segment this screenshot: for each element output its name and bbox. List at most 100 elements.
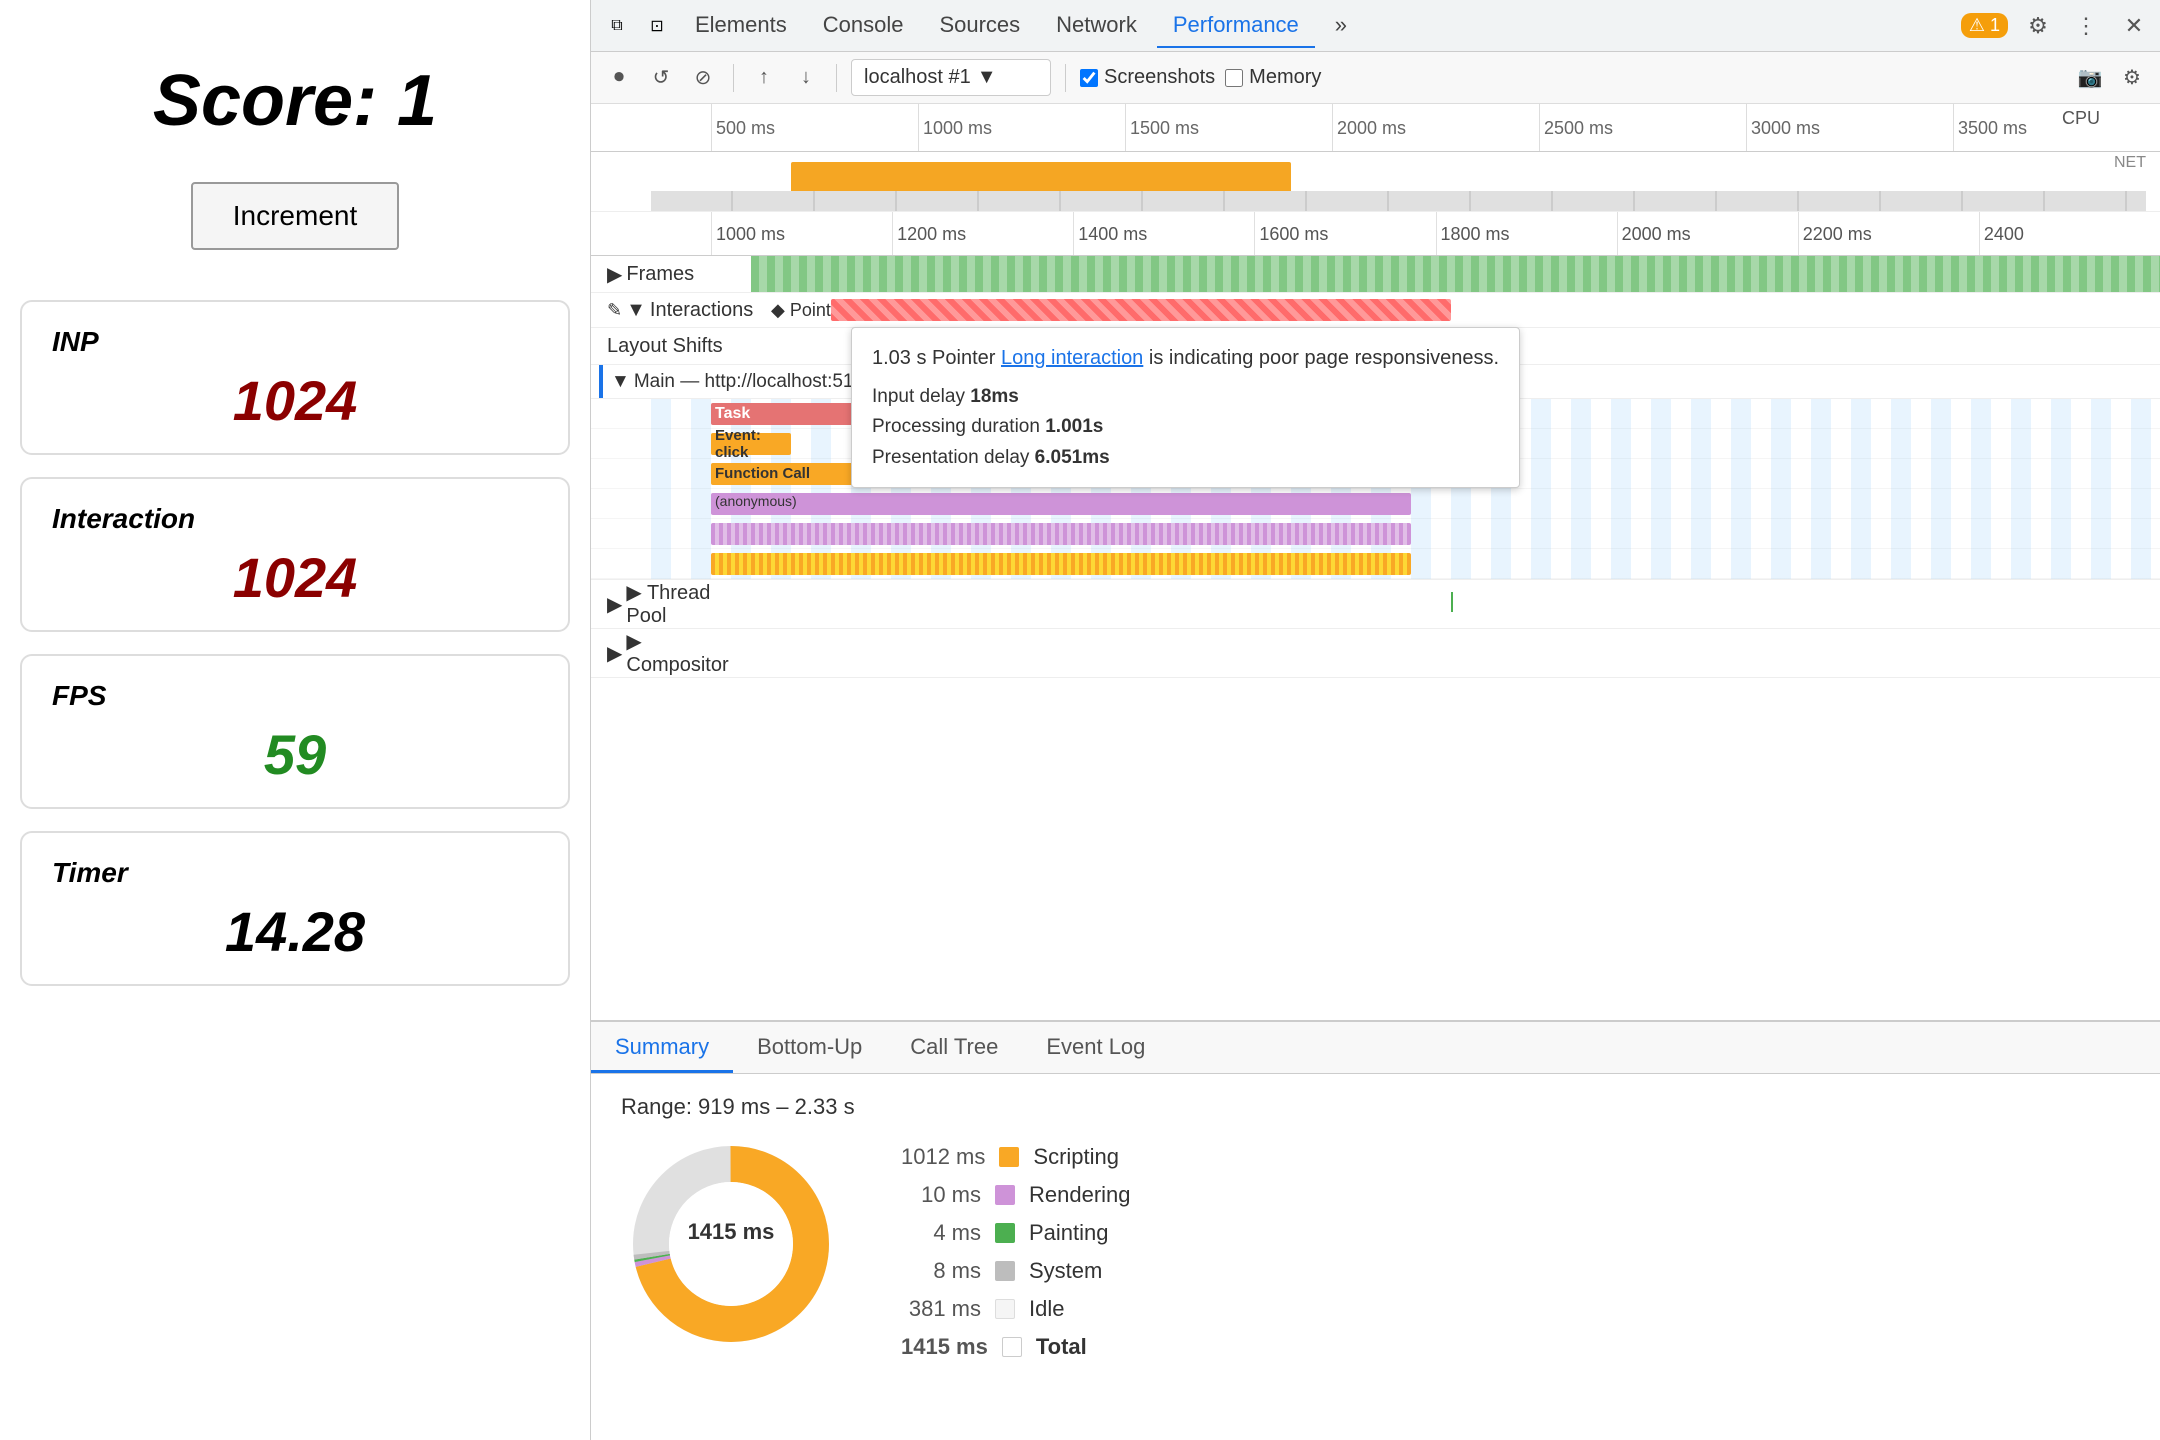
timeline-section[interactable]: 500 ms 1000 ms 1500 ms 2000 ms 2500 ms 3… bbox=[591, 104, 2160, 1020]
anonymous-row: (anonymous) bbox=[591, 489, 2160, 519]
legend-rendering: 10 ms Rendering bbox=[901, 1182, 1136, 1208]
tab-call-tree[interactable]: Call Tree bbox=[886, 1024, 1022, 1073]
frames-chevron[interactable]: ▶ bbox=[607, 262, 622, 287]
tab-elements[interactable]: Elements bbox=[679, 4, 803, 48]
total-ms: 1415 ms bbox=[901, 1334, 988, 1360]
donut-chart: 1415 ms bbox=[621, 1134, 841, 1354]
pencil-icon: ✎ bbox=[607, 300, 622, 321]
record-icon[interactable]: ⏺ bbox=[603, 62, 635, 94]
rendering-ms: 10 ms bbox=[901, 1182, 981, 1208]
dense-pink-track bbox=[651, 519, 2160, 549]
timer-card: Timer 14.28 bbox=[20, 831, 570, 986]
scripting-dot bbox=[999, 1147, 1019, 1167]
bottom-tab-bar: Summary Bottom-Up Call Tree Event Log bbox=[591, 1022, 2160, 1074]
tab-performance[interactable]: Performance bbox=[1157, 4, 1315, 48]
compositor-chevron[interactable]: ▶ bbox=[607, 641, 622, 666]
tab-bottom-up[interactable]: Bottom-Up bbox=[733, 1024, 886, 1073]
increment-button[interactable]: Increment bbox=[191, 182, 400, 250]
tab-summary[interactable]: Summary bbox=[591, 1024, 733, 1073]
devtools-dock-icon[interactable]: ⧉ bbox=[599, 8, 635, 44]
ruler2-2400: 2400 bbox=[1979, 212, 2160, 256]
ruler2-1800: 1800 ms bbox=[1436, 212, 1617, 256]
dense-yellow-track bbox=[651, 549, 2160, 579]
memory-label: Memory bbox=[1249, 66, 1321, 89]
ruler-3500: 3500 ms bbox=[1953, 104, 2160, 152]
ruler-3000: 3000 ms bbox=[1746, 104, 1953, 152]
long-interaction-link[interactable]: Long interaction bbox=[1001, 347, 1143, 369]
performance-toolbar: ⏺ ↺ ⊘ ↑ ↓ localhost #1 ▼ Screenshots Mem… bbox=[591, 52, 2160, 104]
system-ms: 8 ms bbox=[901, 1258, 981, 1284]
ruler2-2000: 2000 ms bbox=[1617, 212, 1798, 256]
stop-icon[interactable]: ⊘ bbox=[687, 62, 719, 94]
summary-panel: Range: 919 ms – 2.33 s bbox=[591, 1074, 2160, 1440]
tab-more[interactable]: » bbox=[1319, 4, 1363, 48]
idle-dot bbox=[995, 1299, 1015, 1319]
pointer-bar[interactable] bbox=[831, 299, 1451, 321]
memory-checkbox-label[interactable]: Memory bbox=[1225, 66, 1321, 89]
interaction-value: 1024 bbox=[52, 545, 538, 610]
tab-sources[interactable]: Sources bbox=[923, 4, 1036, 48]
capture-screenshot-icon[interactable]: 📷 bbox=[2074, 62, 2106, 94]
tab-console[interactable]: Console bbox=[807, 4, 920, 48]
timer-value: 14.28 bbox=[52, 899, 538, 964]
interactions-chevron[interactable]: ▼ bbox=[626, 299, 646, 322]
tooltip-suffix: is indicating poor page responsiveness. bbox=[1149, 347, 1499, 369]
system-name: System bbox=[1029, 1258, 1129, 1284]
download-icon[interactable]: ↓ bbox=[790, 62, 822, 94]
event-click-bar[interactable]: Event: click bbox=[711, 433, 791, 455]
input-delay-value: 18ms bbox=[970, 386, 1019, 407]
scripting-name: Scripting bbox=[1033, 1144, 1133, 1170]
frames-row[interactable]: ▶ ▶ Frames Frames bbox=[591, 256, 2160, 293]
event-click-label: Event: click bbox=[715, 429, 791, 459]
ruler-marks-bottom: 1000 ms 1200 ms 1400 ms 1600 ms 1800 ms … bbox=[711, 212, 2160, 256]
fps-label: FPS bbox=[52, 680, 538, 712]
legend-scripting: 1012 ms Scripting bbox=[901, 1144, 1136, 1170]
url-selector[interactable]: localhost #1 ▼ bbox=[851, 59, 1051, 96]
interaction-card: Interaction 1024 bbox=[20, 477, 570, 632]
reload-icon[interactable]: ↺ bbox=[645, 62, 677, 94]
interactions-row: ✎ ▼ Interactions ◆ Pointer 1.03 s Pointe… bbox=[591, 293, 2160, 328]
cpu-bar-area: NET bbox=[591, 152, 2160, 212]
ruler2-2200: 2200 ms bbox=[1798, 212, 1979, 256]
more-options-icon[interactable]: ⋮ bbox=[2068, 8, 2104, 44]
settings-icon[interactable]: ⚙ bbox=[2020, 8, 2056, 44]
devtools-detach-icon[interactable]: ⊡ bbox=[639, 8, 675, 44]
svg-text:1415 ms: 1415 ms bbox=[688, 1219, 775, 1244]
devtools-content: 500 ms 1000 ms 1500 ms 2000 ms 2500 ms 3… bbox=[591, 104, 2160, 1440]
devtools-tab-bar: ⧉ ⊡ Elements Console Sources Network Per… bbox=[591, 0, 2160, 52]
task-label: Task bbox=[715, 405, 750, 423]
ruler-1000: 1000 ms bbox=[918, 104, 1125, 152]
close-icon[interactable]: ✕ bbox=[2116, 8, 2152, 44]
tab-network[interactable]: Network bbox=[1040, 4, 1153, 48]
bottom-ruler: 1000 ms 1200 ms 1400 ms 1600 ms 1800 ms … bbox=[591, 212, 2160, 256]
legend-idle: 381 ms Idle bbox=[901, 1296, 1136, 1322]
upload-icon[interactable]: ↑ bbox=[748, 62, 780, 94]
summary-legend: 1012 ms Scripting 10 ms Rendering 4 ms bbox=[901, 1134, 1136, 1360]
screenshots-checkbox-label[interactable]: Screenshots bbox=[1080, 66, 1215, 89]
screenshots-checkbox[interactable] bbox=[1080, 69, 1098, 87]
memory-checkbox[interactable] bbox=[1225, 69, 1243, 87]
compositor-label: ▶ ▶ Compositor bbox=[591, 629, 751, 677]
ruler2-1600: 1600 ms bbox=[1254, 212, 1435, 256]
processing-label: Processing duration bbox=[872, 416, 1040, 437]
ruler-2500: 2500 ms bbox=[1539, 104, 1746, 152]
interaction-label: Interaction bbox=[52, 503, 538, 535]
cpu-label: CPU bbox=[2062, 108, 2100, 129]
thread-pool-chevron[interactable]: ▶ bbox=[607, 592, 622, 617]
interactions-section: ✎ ▼ Interactions ◆ Pointer 1.03 s Pointe… bbox=[591, 293, 2160, 365]
tooltip-header: 1.03 s Pointer Long interaction is indic… bbox=[872, 342, 1499, 374]
ruler-2000: 2000 ms bbox=[1332, 104, 1539, 152]
main-chevron[interactable]: ▼ bbox=[611, 371, 630, 393]
anonymous-bar[interactable]: (anonymous) bbox=[711, 493, 1411, 515]
warning-badge: ⚠ 1 bbox=[1961, 13, 2008, 38]
donut-svg: 1415 ms bbox=[621, 1134, 841, 1354]
frames-label: ▶ ▶ Frames Frames bbox=[591, 262, 751, 287]
legend-total: 1415 ms Total bbox=[901, 1334, 1136, 1360]
net-label: NET bbox=[2114, 154, 2146, 172]
tab-event-log[interactable]: Event Log bbox=[1022, 1024, 1169, 1073]
settings-gear-icon[interactable]: ⚙ bbox=[2116, 62, 2148, 94]
bottom-section: Summary Bottom-Up Call Tree Event Log Ra… bbox=[591, 1020, 2160, 1440]
idle-ms: 381 ms bbox=[901, 1296, 981, 1322]
devtools-panel: ⧉ ⊡ Elements Console Sources Network Per… bbox=[590, 0, 2160, 1440]
timer-label: Timer bbox=[52, 857, 538, 889]
